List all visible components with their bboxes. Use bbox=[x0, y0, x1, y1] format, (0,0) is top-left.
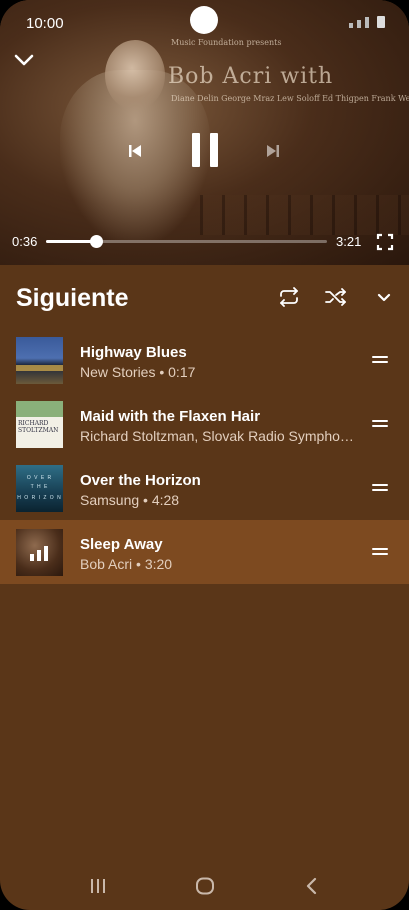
seek-thumb[interactable] bbox=[90, 235, 104, 248]
signal-bar bbox=[349, 23, 353, 28]
next-button[interactable] bbox=[260, 139, 286, 163]
system-navigation-bar bbox=[0, 856, 409, 910]
music-player-screen: Music Foundation presents Bob Acri with … bbox=[0, 0, 409, 910]
video-overlay-names: Diane Delin George Mraz Lew Soloff Ed Th… bbox=[171, 94, 409, 103]
fullscreen-button[interactable] bbox=[376, 233, 394, 251]
pause-button[interactable] bbox=[185, 128, 225, 172]
current-time: 0:36 bbox=[12, 234, 38, 249]
home-button[interactable] bbox=[193, 876, 217, 896]
signal-bar bbox=[357, 20, 361, 28]
repeat-button[interactable] bbox=[277, 285, 301, 309]
queue-item[interactable]: Highway Blues New Stories • 0:17 bbox=[0, 328, 409, 392]
queue-item-now-playing[interactable]: Sleep Away Bob Acri • 3:20 bbox=[0, 520, 409, 584]
drag-handle-icon[interactable] bbox=[372, 482, 388, 492]
track-title: Maid with the Flaxen Hair bbox=[80, 408, 261, 425]
album-thumbnail bbox=[16, 337, 63, 384]
track-title: Sleep Away bbox=[80, 536, 163, 553]
seek-bar[interactable] bbox=[46, 235, 327, 248]
recents-icon bbox=[91, 879, 105, 893]
status-bar: 10:00 bbox=[0, 0, 409, 48]
queue-item[interactable]: O V E R T H E H O R I Z O N Over the Hor… bbox=[0, 456, 409, 520]
signal-bar bbox=[365, 17, 369, 28]
drag-handle-icon[interactable] bbox=[372, 418, 388, 428]
video-frame-piano bbox=[200, 195, 409, 235]
battery-icon bbox=[377, 16, 385, 28]
skip-next-icon bbox=[267, 145, 279, 157]
previous-button[interactable] bbox=[122, 139, 148, 163]
queue-header: Siguiente bbox=[0, 265, 409, 333]
home-icon bbox=[196, 877, 214, 895]
repeat-icon bbox=[280, 287, 298, 307]
shuffle-button[interactable] bbox=[324, 285, 348, 309]
track-title: Over the Horizon bbox=[80, 472, 201, 489]
album-thumbnail-text: H O R I Z O N bbox=[17, 495, 62, 501]
back-icon bbox=[306, 877, 317, 895]
track-subtitle: Richard Stoltzman, Slovak Radio Symphony… bbox=[80, 428, 360, 444]
drag-handle-icon[interactable] bbox=[372, 354, 388, 364]
equalizer-icon bbox=[30, 545, 50, 561]
queue-collapse-button[interactable] bbox=[372, 285, 396, 309]
back-button[interactable] bbox=[300, 876, 324, 896]
shuffle-icon bbox=[325, 288, 346, 306]
status-icons bbox=[349, 16, 385, 28]
chevron-down-icon bbox=[377, 293, 391, 301]
recents-button[interactable] bbox=[86, 876, 110, 896]
album-thumbnail bbox=[16, 529, 63, 576]
queue-title: Siguiente bbox=[16, 284, 129, 312]
pause-icon bbox=[192, 133, 218, 167]
seek-progress bbox=[46, 240, 97, 243]
album-thumbnail: O V E R T H E H O R I Z O N bbox=[16, 465, 63, 512]
track-subtitle: Bob Acri • 3:20 bbox=[80, 556, 173, 572]
video-frame-head bbox=[105, 40, 165, 110]
video-overlay-title: Bob Acri with bbox=[168, 64, 334, 89]
queue-item[interactable]: RICHARD STOLTZMAN Maid with the Flaxen H… bbox=[0, 392, 409, 456]
album-thumbnail: RICHARD STOLTZMAN bbox=[16, 401, 63, 448]
album-thumbnail-text: T H E bbox=[30, 484, 49, 490]
skip-previous-icon bbox=[129, 145, 141, 157]
drag-handle-icon[interactable] bbox=[372, 546, 388, 556]
track-subtitle: New Stories • 0:17 bbox=[80, 364, 196, 380]
queue-list: Highway Blues New Stories • 0:17 RICHARD… bbox=[0, 328, 409, 584]
status-time: 10:00 bbox=[26, 15, 64, 32]
chevron-down-icon bbox=[14, 54, 34, 66]
fullscreen-icon bbox=[376, 233, 394, 251]
album-thumbnail-text: O V E R bbox=[26, 475, 53, 481]
album-thumbnail-text: RICHARD STOLTZMAN bbox=[18, 420, 59, 434]
track-title: Highway Blues bbox=[80, 344, 187, 361]
total-time: 3:21 bbox=[336, 234, 362, 249]
track-subtitle: Samsung • 4:28 bbox=[80, 492, 180, 508]
front-camera bbox=[190, 6, 218, 34]
collapse-player-button[interactable] bbox=[12, 48, 36, 72]
